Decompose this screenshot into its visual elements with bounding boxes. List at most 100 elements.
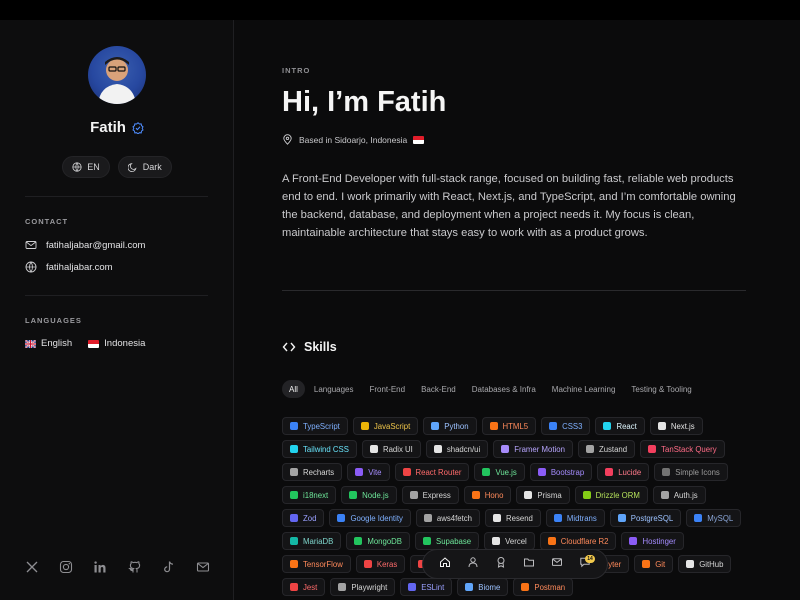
skills-filter-tab[interactable]: Languages — [307, 380, 361, 398]
skill-chip[interactable]: Auth.js — [652, 486, 706, 504]
skills-filter-tab[interactable]: Databases & Infra — [465, 380, 543, 398]
tiktok-icon[interactable] — [162, 560, 176, 579]
skills-filter-tab[interactable]: Machine Learning — [545, 380, 623, 398]
skill-chip[interactable]: Vite — [347, 463, 390, 481]
avatar — [88, 46, 146, 104]
indonesia-flag-icon — [88, 339, 100, 348]
skill-logo-icon — [433, 445, 442, 453]
skill-chip[interactable]: Tailwind CSS — [282, 440, 357, 458]
skill-chip[interactable]: Recharts — [282, 463, 343, 481]
skill-chip[interactable]: Supabase — [415, 532, 480, 550]
skill-chip[interactable]: MariaDB — [282, 532, 342, 550]
skill-logo-icon — [290, 514, 298, 522]
skill-logo-icon — [642, 560, 651, 568]
github-icon[interactable] — [127, 560, 142, 579]
skill-chip[interactable]: Cloudflare R2 — [539, 532, 617, 550]
x-icon[interactable] — [25, 560, 39, 579]
skill-chip-label: Supabase — [436, 536, 472, 546]
skill-chip-label: Keras — [376, 559, 398, 569]
skill-chip[interactable]: Vercel — [484, 532, 535, 550]
language-toggle-button[interactable]: EN — [62, 156, 110, 178]
skill-chip[interactable]: CSS3 — [541, 417, 591, 435]
skills-filter-tabs: All Languages Front-End Back-End Databases &… — [282, 380, 699, 398]
skill-chip[interactable]: Hostinger — [621, 532, 684, 550]
skill-chip[interactable]: Zustand — [577, 440, 636, 458]
skill-logo-icon — [582, 491, 591, 499]
mail-icon[interactable] — [551, 555, 563, 573]
skill-chip[interactable]: Resend — [485, 509, 541, 527]
globe-icon — [25, 261, 37, 273]
skill-chip[interactable]: TanStack Query — [640, 440, 725, 458]
skill-chip[interactable]: Simple Icons — [654, 463, 728, 481]
folder-icon[interactable] — [523, 555, 535, 573]
skill-chip[interactable]: Jest — [282, 578, 326, 596]
skill-chip[interactable]: ESLint — [400, 578, 453, 596]
skill-chip-label: GitHub — [699, 559, 724, 569]
theme-toggle-button[interactable]: Dark — [117, 156, 172, 178]
skill-chip[interactable]: PostgreSQL — [609, 509, 682, 527]
skill-chip[interactable]: Midtrans — [545, 509, 605, 527]
home-icon[interactable] — [439, 555, 451, 573]
linkedin-icon[interactable] — [93, 560, 107, 579]
user-icon[interactable] — [467, 555, 479, 573]
uk-flag-icon — [25, 339, 36, 348]
skill-chip[interactable]: HTML5 — [481, 417, 537, 435]
contact-email: fatihaljabar@gmail.com — [46, 239, 146, 251]
skill-chip[interactable]: GitHub — [678, 555, 732, 573]
skill-chip[interactable]: JavaScript — [352, 417, 419, 435]
skill-chip[interactable]: Radix UI — [361, 440, 421, 458]
skill-chip[interactable]: Python — [423, 417, 477, 435]
contact-email-link[interactable]: fatihaljabar@gmail.com — [25, 239, 145, 251]
award-icon[interactable] — [495, 555, 507, 573]
skill-chip[interactable]: Zod — [282, 509, 325, 527]
skill-chip-label: Biome — [478, 582, 501, 592]
skill-chip[interactable]: React — [595, 417, 645, 435]
skill-chip[interactable]: Express — [401, 486, 459, 504]
skill-chip[interactable]: Vue.js — [474, 463, 525, 481]
profile-name-row: Fatih — [0, 119, 234, 136]
skill-chip[interactable]: Google Identity — [329, 509, 411, 527]
skill-chip[interactable]: aws4fetch — [415, 509, 480, 527]
skill-chip[interactable]: MongoDB — [346, 532, 410, 550]
instagram-icon[interactable] — [59, 560, 73, 579]
skills-filter-tab[interactable]: All — [282, 380, 305, 398]
moon-icon — [127, 163, 137, 172]
skills-filter-tab[interactable]: Back-End — [414, 380, 463, 398]
skill-chip[interactable]: TensorFlow — [282, 555, 351, 573]
skill-chip[interactable]: React Router — [394, 463, 470, 481]
skill-chip[interactable]: Git — [634, 555, 674, 573]
skill-chip[interactable]: Hono — [463, 486, 512, 504]
skill-chip[interactable]: Keras — [355, 555, 406, 573]
skill-chip-label: Lucide — [618, 467, 642, 477]
skill-chip[interactable]: Playwright — [330, 578, 396, 596]
skill-chip[interactable]: shadcn/ui — [425, 440, 489, 458]
skill-logo-icon — [369, 445, 378, 453]
skills-filter-tab[interactable]: Testing & Tooling — [624, 380, 698, 398]
skill-chip[interactable]: Biome — [457, 578, 509, 596]
skill-chip[interactable]: Drizzle ORM — [574, 486, 648, 504]
languages-list: English Indonesia — [25, 338, 145, 349]
skill-logo-icon — [489, 422, 498, 430]
skill-logo-icon — [493, 514, 501, 522]
main-content: INTRO Hi, I’m Fatih Based in Sidoarjo, I… — [234, 20, 800, 600]
skills-filter-tab[interactable]: Front-End — [362, 380, 412, 398]
skill-chip[interactable]: i18next — [282, 486, 337, 504]
skill-logo-icon — [290, 560, 298, 568]
skill-chip[interactable]: Node.js — [341, 486, 397, 504]
contact-website-link[interactable]: fatihaljabar.com — [25, 261, 113, 273]
mail-icon[interactable] — [196, 560, 210, 579]
skill-logo-icon — [524, 491, 533, 499]
skill-chip[interactable]: Postman — [513, 578, 574, 596]
skill-chip-label: JavaScript — [373, 421, 411, 431]
skill-chip[interactable]: Prisma — [516, 486, 570, 504]
skill-chip-label: Bootstrap — [550, 467, 585, 477]
skill-chip[interactable]: MySQL — [686, 509, 742, 527]
skill-chip-label: Jest — [303, 582, 318, 592]
language-item-indonesia: Indonesia — [88, 338, 145, 349]
skill-chip[interactable]: Framer Motion — [493, 440, 573, 458]
skill-chip[interactable]: TypeScript — [282, 417, 348, 435]
skill-chip[interactable]: Bootstrap — [529, 463, 593, 481]
skill-chip[interactable]: Lucide — [597, 463, 650, 481]
skill-chip[interactable]: Next.js — [649, 417, 703, 435]
skill-chip-label: Python — [444, 421, 469, 431]
